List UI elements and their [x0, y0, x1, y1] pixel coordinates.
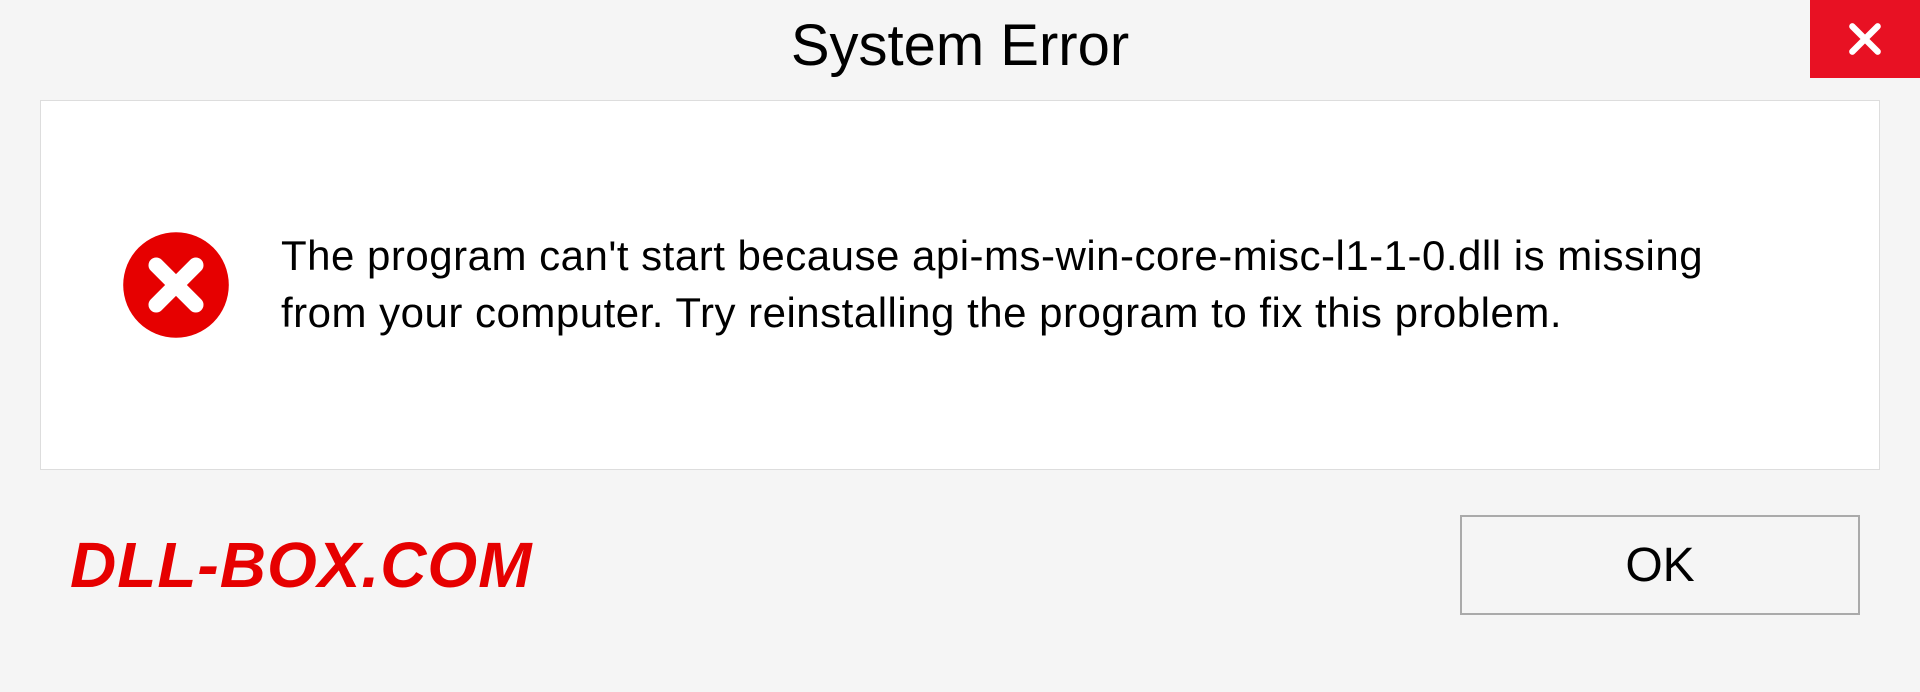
footer: DLL-BOX.COM OK: [40, 500, 1880, 630]
error-message: The program can't start because api-ms-w…: [281, 228, 1799, 341]
watermark-text: DLL-BOX.COM: [40, 528, 533, 602]
error-icon: [121, 230, 231, 340]
close-button[interactable]: [1810, 0, 1920, 78]
titlebar: System Error: [0, 0, 1920, 90]
message-panel: The program can't start because api-ms-w…: [40, 100, 1880, 470]
close-icon: [1846, 20, 1884, 58]
ok-button-label: OK: [1625, 538, 1694, 593]
dialog-title: System Error: [791, 12, 1129, 79]
ok-button[interactable]: OK: [1460, 515, 1860, 615]
